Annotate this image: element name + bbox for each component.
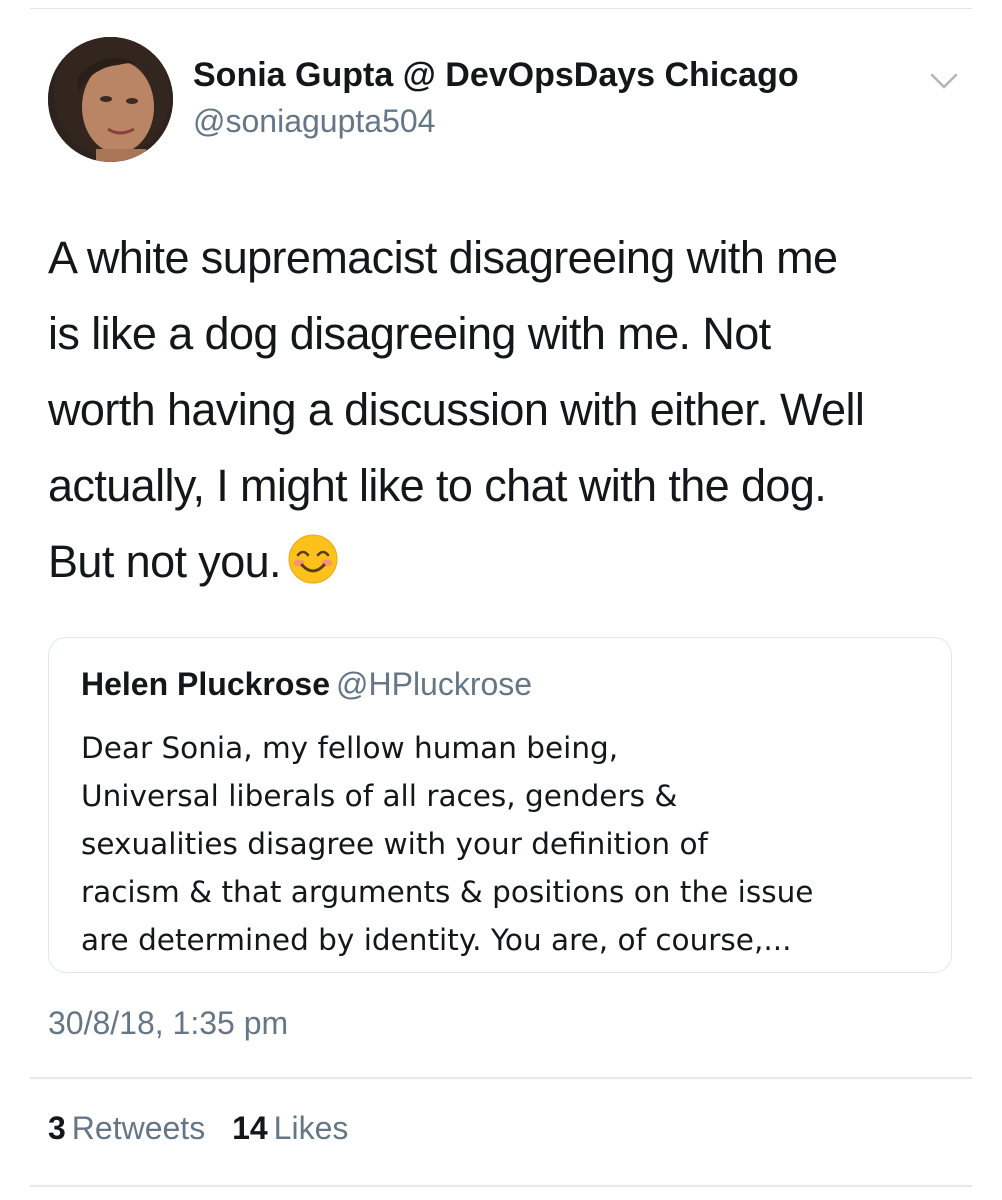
quoted-author-handle: @HPluckrose	[336, 666, 533, 702]
tweet-text-line-last: But not you.	[48, 524, 968, 600]
likes-stat[interactable]: 14 Likes	[232, 1110, 348, 1146]
smiling-face-emoji-icon	[287, 532, 339, 584]
quoted-tweet-text: Dear Sonia, my fellow human being, Unive…	[81, 731, 814, 957]
tweet-text-line: is like a dog disagreeing with me. Not	[48, 308, 771, 359]
retweets-count: 3	[48, 1110, 66, 1146]
stats-divider	[30, 1077, 972, 1079]
avatar-image	[48, 37, 173, 162]
retweets-stat[interactable]: 3 Retweets	[48, 1110, 205, 1146]
author-display-name[interactable]: Sonia Gupta @ DevOpsDays Chicago	[193, 56, 799, 95]
author-handle[interactable]: @soniagupta504	[193, 103, 435, 140]
chevron-down-icon[interactable]	[926, 66, 962, 96]
likes-count: 14	[232, 1110, 268, 1146]
tweet-text: A white supremacist disagreeing with me …	[48, 220, 968, 600]
tweet-text-line: actually, I might like to chat with the …	[48, 460, 827, 511]
tweet-text-line: worth having a discussion with either. W…	[48, 384, 865, 435]
tweet-timestamp: 30/8/18, 1:35 pm	[48, 1005, 289, 1041]
avatar[interactable]	[48, 37, 173, 162]
top-divider	[30, 8, 972, 9]
quoted-author-display-name: Helen Pluckrose	[81, 666, 330, 702]
retweets-label: Retweets	[71, 1110, 206, 1146]
quoted-tweet-card[interactable]: Helen Pluckrose @HPluckrose Dear Sonia, m…	[48, 637, 952, 973]
likes-label: Likes	[273, 1110, 349, 1146]
tweet-text-line: A white supremacist disagreeing with me	[48, 232, 838, 283]
tweet-stats: 3 Retweets 14 Likes	[48, 1110, 348, 1147]
quoted-tweet-header: Helen Pluckrose @HPluckrose	[81, 666, 532, 703]
bottom-divider	[30, 1185, 972, 1187]
tweet-text-line: But not you.	[48, 536, 282, 587]
